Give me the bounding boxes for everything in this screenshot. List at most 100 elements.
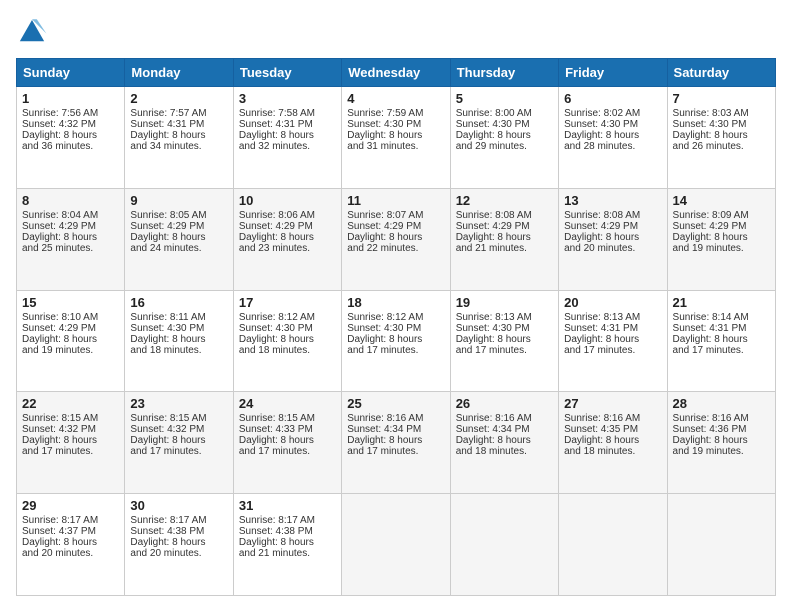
calendar-week-1: 1Sunrise: 7:56 AMSunset: 4:32 PMDaylight… bbox=[17, 87, 776, 189]
day-info: Sunset: 4:30 PM bbox=[347, 323, 444, 334]
day-info: Sunrise: 7:56 AM bbox=[22, 108, 119, 119]
day-info: Sunrise: 8:00 AM bbox=[456, 108, 553, 119]
day-info: Sunrise: 8:16 AM bbox=[347, 413, 444, 424]
day-info: Sunset: 4:29 PM bbox=[564, 221, 661, 232]
calendar-cell: 10Sunrise: 8:06 AMSunset: 4:29 PMDayligh… bbox=[233, 188, 341, 290]
day-info: and 24 minutes. bbox=[130, 243, 227, 254]
day-info: and 28 minutes. bbox=[564, 141, 661, 152]
day-info: Daylight: 8 hours bbox=[22, 130, 119, 141]
day-info: Daylight: 8 hours bbox=[22, 232, 119, 243]
calendar-cell: 31Sunrise: 8:17 AMSunset: 4:38 PMDayligh… bbox=[233, 494, 341, 596]
logo-icon bbox=[16, 16, 48, 48]
day-number: 23 bbox=[130, 396, 227, 411]
day-info: and 17 minutes. bbox=[22, 446, 119, 457]
day-info: Sunset: 4:37 PM bbox=[22, 526, 119, 537]
day-info: and 17 minutes. bbox=[673, 345, 770, 356]
weekday-thursday: Thursday bbox=[450, 59, 558, 87]
day-info: Sunrise: 8:16 AM bbox=[456, 413, 553, 424]
day-info: and 21 minutes. bbox=[239, 548, 336, 559]
day-number: 1 bbox=[22, 91, 119, 106]
day-info: Daylight: 8 hours bbox=[130, 334, 227, 345]
day-info: Sunset: 4:30 PM bbox=[673, 119, 770, 130]
day-info: Sunset: 4:33 PM bbox=[239, 424, 336, 435]
calendar-week-4: 22Sunrise: 8:15 AMSunset: 4:32 PMDayligh… bbox=[17, 392, 776, 494]
day-number: 29 bbox=[22, 498, 119, 513]
calendar-cell: 27Sunrise: 8:16 AMSunset: 4:35 PMDayligh… bbox=[559, 392, 667, 494]
day-info: Sunset: 4:30 PM bbox=[130, 323, 227, 334]
calendar-cell: 7Sunrise: 8:03 AMSunset: 4:30 PMDaylight… bbox=[667, 87, 775, 189]
calendar-cell: 30Sunrise: 8:17 AMSunset: 4:38 PMDayligh… bbox=[125, 494, 233, 596]
day-info: Sunset: 4:30 PM bbox=[456, 323, 553, 334]
day-info: Sunrise: 8:10 AM bbox=[22, 312, 119, 323]
day-info: Daylight: 8 hours bbox=[130, 232, 227, 243]
day-info: and 20 minutes. bbox=[22, 548, 119, 559]
day-number: 7 bbox=[673, 91, 770, 106]
day-info: Sunset: 4:29 PM bbox=[22, 221, 119, 232]
day-info: Daylight: 8 hours bbox=[239, 334, 336, 345]
day-info: Sunrise: 8:13 AM bbox=[564, 312, 661, 323]
day-info: Sunrise: 8:16 AM bbox=[564, 413, 661, 424]
day-info: Sunset: 4:30 PM bbox=[239, 323, 336, 334]
page: SundayMondayTuesdayWednesdayThursdayFrid… bbox=[0, 0, 792, 612]
day-info: Sunset: 4:29 PM bbox=[347, 221, 444, 232]
calendar-cell: 13Sunrise: 8:08 AMSunset: 4:29 PMDayligh… bbox=[559, 188, 667, 290]
day-info: Sunrise: 8:13 AM bbox=[456, 312, 553, 323]
calendar-header: SundayMondayTuesdayWednesdayThursdayFrid… bbox=[17, 59, 776, 87]
day-info: Sunset: 4:31 PM bbox=[673, 323, 770, 334]
day-info: Daylight: 8 hours bbox=[347, 232, 444, 243]
day-info: Daylight: 8 hours bbox=[456, 232, 553, 243]
logo bbox=[16, 16, 52, 48]
day-info: and 20 minutes. bbox=[130, 548, 227, 559]
day-info: Sunrise: 8:02 AM bbox=[564, 108, 661, 119]
day-number: 14 bbox=[673, 193, 770, 208]
day-info: and 31 minutes. bbox=[347, 141, 444, 152]
day-info: Daylight: 8 hours bbox=[673, 334, 770, 345]
calendar-cell: 15Sunrise: 8:10 AMSunset: 4:29 PMDayligh… bbox=[17, 290, 125, 392]
day-number: 8 bbox=[22, 193, 119, 208]
day-info: Sunset: 4:29 PM bbox=[130, 221, 227, 232]
calendar-cell: 14 Sunrise: 8:09 AMSunset: 4:29 PMDayligh… bbox=[667, 188, 775, 290]
day-info: and 19 minutes. bbox=[673, 243, 770, 254]
day-info: Sunset: 4:29 PM bbox=[673, 221, 770, 232]
day-info: and 17 minutes. bbox=[130, 446, 227, 457]
weekday-wednesday: Wednesday bbox=[342, 59, 450, 87]
calendar-cell: 3Sunrise: 7:58 AMSunset: 4:31 PMDaylight… bbox=[233, 87, 341, 189]
calendar-cell: 20Sunrise: 8:13 AMSunset: 4:31 PMDayligh… bbox=[559, 290, 667, 392]
day-number: 28 bbox=[673, 396, 770, 411]
day-info: Daylight: 8 hours bbox=[456, 334, 553, 345]
day-number: 22 bbox=[22, 396, 119, 411]
day-info: Daylight: 8 hours bbox=[239, 435, 336, 446]
day-info: Daylight: 8 hours bbox=[673, 232, 770, 243]
day-number: 25 bbox=[347, 396, 444, 411]
day-info: Sunset: 4:29 PM bbox=[456, 221, 553, 232]
calendar-cell: 12Sunrise: 8:08 AMSunset: 4:29 PMDayligh… bbox=[450, 188, 558, 290]
calendar-cell: 25 Sunrise: 8:16 AMSunset: 4:34 PMDayligh… bbox=[342, 392, 450, 494]
day-info: and 25 minutes. bbox=[22, 243, 119, 254]
day-info: Daylight: 8 hours bbox=[22, 537, 119, 548]
day-number: 20 bbox=[564, 295, 661, 310]
day-info: and 22 minutes. bbox=[347, 243, 444, 254]
day-info: Sunset: 4:38 PM bbox=[239, 526, 336, 537]
day-number: 24 bbox=[239, 396, 336, 411]
day-info: and 18 minutes. bbox=[456, 446, 553, 457]
day-number: 19 bbox=[456, 295, 553, 310]
calendar-table: SundayMondayTuesdayWednesdayThursdayFrid… bbox=[16, 58, 776, 596]
day-info: Sunrise: 8:09 AM bbox=[673, 210, 770, 221]
calendar-body: 1Sunrise: 7:56 AMSunset: 4:32 PMDaylight… bbox=[17, 87, 776, 596]
calendar-cell: 18Sunrise: 8:12 AMSunset: 4:30 PMDayligh… bbox=[342, 290, 450, 392]
day-info: Sunrise: 8:15 AM bbox=[239, 413, 336, 424]
day-info: Sunrise: 8:12 AM bbox=[239, 312, 336, 323]
day-info: Sunrise: 8:05 AM bbox=[130, 210, 227, 221]
day-info: Sunrise: 8:17 AM bbox=[130, 515, 227, 526]
day-info: Sunrise: 8:04 AM bbox=[22, 210, 119, 221]
day-info: Daylight: 8 hours bbox=[347, 435, 444, 446]
calendar-cell: 22Sunrise: 8:15 AMSunset: 4:32 PMDayligh… bbox=[17, 392, 125, 494]
day-info: Daylight: 8 hours bbox=[22, 435, 119, 446]
day-info: Daylight: 8 hours bbox=[239, 537, 336, 548]
weekday-saturday: Saturday bbox=[667, 59, 775, 87]
day-info: and 29 minutes. bbox=[456, 141, 553, 152]
day-info: Sunrise: 8:06 AM bbox=[239, 210, 336, 221]
calendar-week-5: 29Sunrise: 8:17 AMSunset: 4:37 PMDayligh… bbox=[17, 494, 776, 596]
day-info: Sunset: 4:34 PM bbox=[347, 424, 444, 435]
day-info: Sunset: 4:31 PM bbox=[239, 119, 336, 130]
